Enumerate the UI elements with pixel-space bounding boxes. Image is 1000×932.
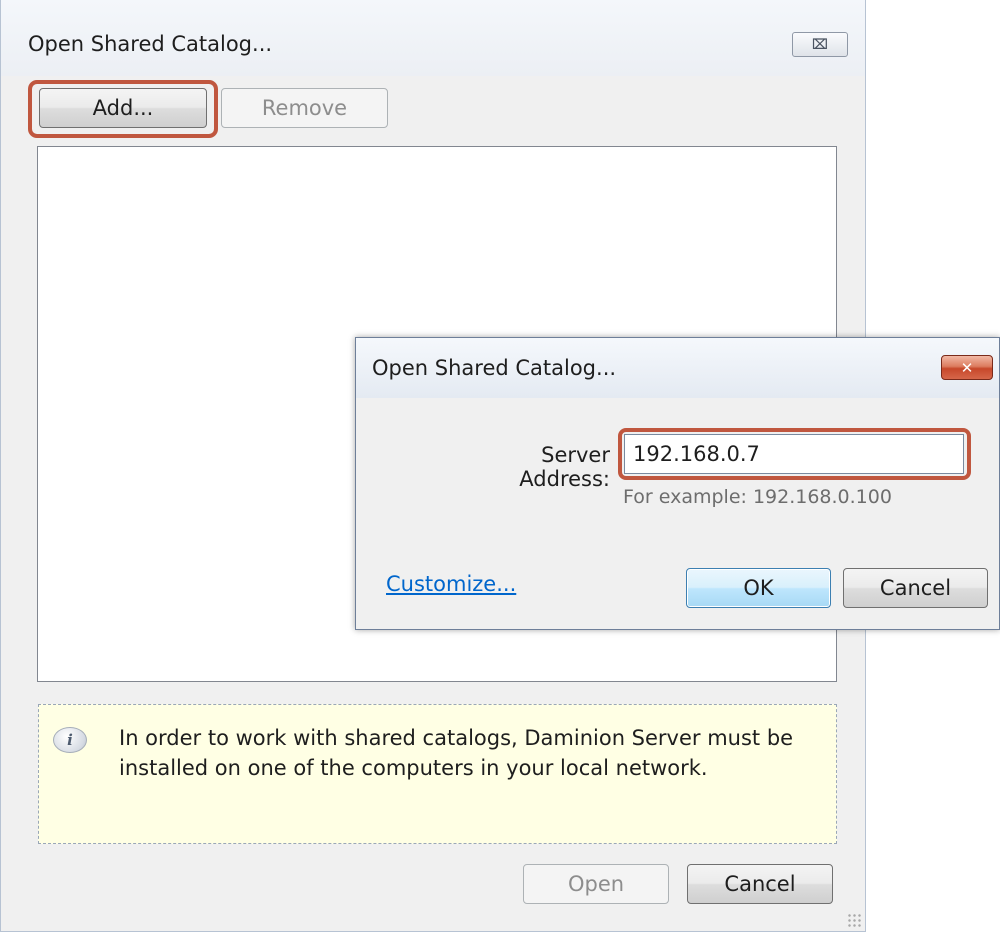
- resize-grip-icon[interactable]: [847, 913, 861, 927]
- server-address-highlight: [618, 428, 971, 480]
- server-dialog-title: Open Shared Catalog...: [372, 356, 617, 380]
- customize-link[interactable]: Customize...: [386, 572, 516, 596]
- server-address-label: Server Address:: [519, 443, 610, 491]
- cancel-button[interactable]: Cancel: [687, 864, 833, 904]
- remove-button[interactable]: Remove: [221, 88, 388, 128]
- close-icon: ✕: [960, 358, 974, 377]
- main-title-bar[interactable]: Open Shared Catalog... ⌧: [1, 0, 865, 76]
- main-close-button[interactable]: ⌧: [792, 32, 848, 57]
- info-message: In order to work with shared catalogs, D…: [119, 726, 794, 780]
- server-dialog-title-bar[interactable]: Open Shared Catalog... ✕: [356, 338, 999, 398]
- close-icon: ⌧: [811, 36, 829, 53]
- server-address-hint: For example: 192.168.0.100: [623, 486, 892, 508]
- server-address-dialog: Open Shared Catalog... ✕ Server Address:…: [355, 337, 1000, 630]
- ok-button[interactable]: OK: [686, 568, 831, 608]
- info-icon: i: [53, 727, 87, 753]
- server-dialog-cancel-button[interactable]: Cancel: [843, 568, 988, 608]
- open-button[interactable]: Open: [523, 864, 669, 904]
- server-dialog-close-button[interactable]: ✕: [941, 355, 993, 380]
- info-panel: i In order to work with shared catalogs,…: [38, 704, 837, 844]
- main-dialog-title: Open Shared Catalog...: [28, 32, 273, 56]
- add-button-highlight: [28, 80, 218, 138]
